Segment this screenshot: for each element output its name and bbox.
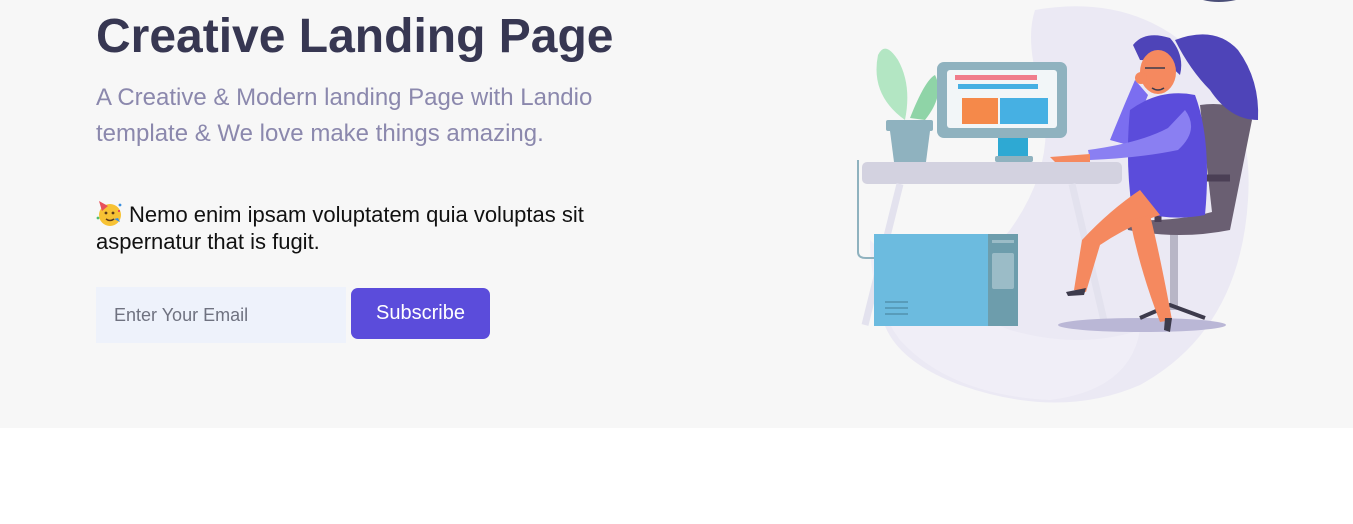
hero-note-text: Nemo enim ipsam voluptatem quia voluptas… xyxy=(96,202,584,254)
hero-subtitle: A Creative & Modern landing Page with La… xyxy=(96,84,593,147)
page-title: Creative Landing Page xyxy=(96,10,614,63)
email-field[interactable] xyxy=(96,287,346,343)
hero-section: Creative Landing Page A Creative & Moder… xyxy=(0,0,1353,428)
subscribe-button[interactable]: Subscribe xyxy=(351,288,490,339)
woman-at-desk-illustration xyxy=(857,0,1259,403)
hero-note: Nemo enim ipsam voluptatem quia voluptas… xyxy=(96,200,596,255)
party-face-icon xyxy=(96,201,122,226)
